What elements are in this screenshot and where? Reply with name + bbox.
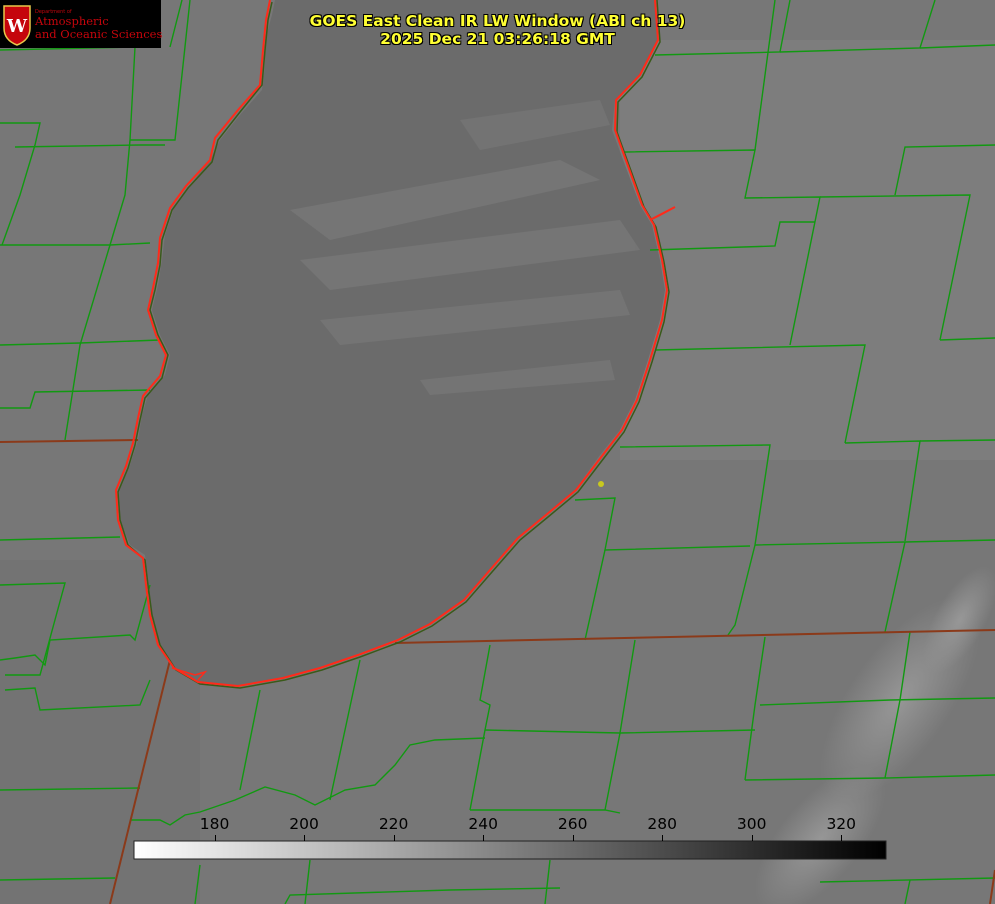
colorbar-tick-label: 300 [736, 815, 767, 833]
colorbar-tick-mark [841, 835, 843, 841]
title-timestamp: 2025 Dec 21 03:26:18 GMT [380, 30, 615, 48]
colorbar-tick-mark [572, 835, 574, 841]
satellite-map-view: W Department of Atmospheric and Oceanic … [0, 0, 995, 904]
image-title: GOES East Clean IR LW Window (ABI ch 13)… [0, 12, 995, 48]
colorbar-tick-mark [304, 835, 306, 841]
satellite-image-map [0, 0, 995, 904]
colorbar-tick-label: 180 [199, 815, 230, 833]
colorbar-tick-mark [483, 835, 485, 841]
colorbar-tick-label: 220 [378, 815, 409, 833]
land-shade-ne [620, 40, 995, 460]
colorbar-tick-mark [393, 835, 395, 841]
colorbar-tick-label: 320 [826, 815, 857, 833]
colorbar-tick-mark [662, 835, 664, 841]
colorbar-tick-label: 280 [647, 815, 677, 833]
colorbar-tick-label: 260 [557, 815, 588, 833]
title-product: GOES East Clean IR LW Window (ABI ch 13) [309, 12, 686, 30]
colorbar-tick-label: 240 [468, 815, 498, 833]
colorbar-tick-mark [751, 835, 753, 841]
colorbar-tick-mark [214, 835, 216, 841]
colorbar-tick-label: 200 [289, 815, 319, 833]
station-marker [598, 481, 604, 487]
colorbar-gradient [133, 840, 887, 860]
